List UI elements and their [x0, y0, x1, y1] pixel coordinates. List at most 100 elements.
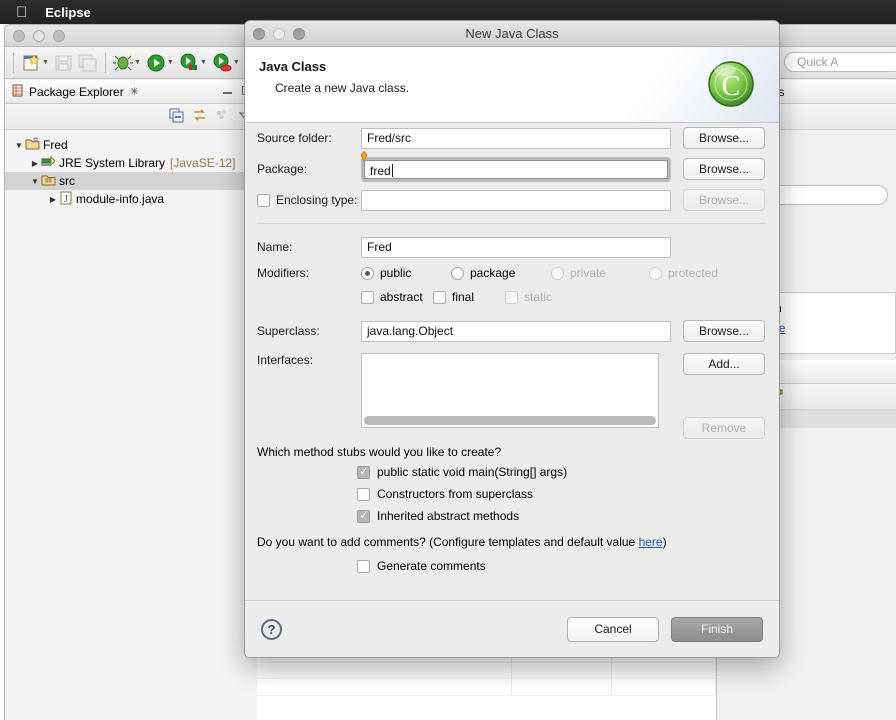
tree-row-jre-system-library[interactable]: ▶ JRE System Library [JavaSE-12] [5, 154, 257, 172]
package-explorer-toolbar [5, 104, 257, 130]
interfaces-remove-button: Remove [683, 417, 765, 439]
modifier-package-radio[interactable] [451, 266, 464, 280]
window-minimize-button[interactable] [33, 29, 45, 42]
package-explorer-tab[interactable]: Package Explorer ✳ [5, 80, 257, 104]
expand-arrow-icon[interactable]: ▼ [29, 177, 41, 186]
window-zoom-button[interactable] [53, 29, 65, 42]
enclosing-type-checkbox[interactable] [257, 193, 270, 207]
expand-arrow-icon[interactable]: ▼ [13, 141, 25, 150]
tree-label-suffix: [JavaSE-12] [170, 156, 236, 170]
stub-constructors-option[interactable]: Constructors from superclass [357, 483, 779, 505]
view-menu-icon[interactable] [215, 108, 230, 126]
name-input[interactable]: Fred [361, 236, 671, 258]
generate-comments-option[interactable]: Generate comments [357, 555, 779, 577]
quick-access-field[interactable]: Quick A [784, 52, 896, 72]
collapse-all-icon[interactable] [169, 108, 184, 126]
superclass-input[interactable]: java.lang.Object [361, 320, 671, 342]
modifier-abstract-option[interactable]: abstract [361, 290, 433, 304]
dialog-banner: Java Class Create a new Java class. C [245, 47, 779, 123]
new-wizard-icon[interactable] [20, 52, 42, 74]
modifier-static-label: static [524, 290, 553, 304]
tree-label: module-info.java [76, 192, 165, 206]
stub-inherited-option[interactable]: Inherited abstract methods [357, 505, 779, 527]
apple-logo-icon[interactable]:  [16, 5, 27, 20]
modifier-final-checkbox[interactable] [433, 290, 446, 304]
stub-constructors-checkbox[interactable] [357, 487, 370, 501]
project-icon [25, 137, 40, 154]
debug-icon[interactable] [112, 52, 134, 74]
tree-row-src[interactable]: ▼ src [5, 172, 257, 190]
package-browse-button[interactable]: Browse... [683, 158, 765, 180]
tree-label: Fred [43, 138, 68, 152]
expand-arrow-icon[interactable]: ▶ [47, 195, 59, 204]
debug-dropdown-icon[interactable]: ▼ [134, 59, 141, 66]
interfaces-label: Interfaces: [257, 353, 314, 367]
modifier-package-option[interactable]: package [451, 266, 551, 280]
modifier-private-radio [551, 266, 564, 280]
enclosing-type-input[interactable] [361, 189, 671, 211]
help-button[interactable]: ? [261, 618, 282, 640]
stub-inherited-checkbox[interactable] [357, 508, 370, 523]
stub-main-option[interactable]: public static void main(String[] args) [357, 461, 779, 483]
cancel-button[interactable]: Cancel [567, 616, 659, 642]
package-input[interactable]: fred [364, 159, 668, 179]
close-icon[interactable]: ✳ [130, 85, 139, 98]
window-close-button[interactable] [13, 29, 25, 42]
minimize-view-button[interactable] [221, 84, 234, 97]
source-folder-input[interactable]: Fred/src [361, 127, 671, 149]
modifier-public-option[interactable]: public [361, 266, 451, 280]
modifiers-radio-row: Modifiers: public package private protec… [257, 261, 765, 285]
comments-question-prefix: Do you want to add comments? (Configure … [257, 535, 639, 549]
expand-arrow-icon[interactable]: ▶ [29, 159, 41, 168]
svg-text:J: J [64, 194, 68, 205]
source-folder-icon [41, 173, 56, 190]
dialog-minimize-button[interactable] [273, 28, 285, 40]
generate-comments-checkbox[interactable] [357, 559, 370, 573]
modifier-final-option[interactable]: final [433, 290, 505, 304]
dialog-window-controls [253, 28, 305, 40]
tree-label: src [59, 174, 75, 188]
name-row: Name: Fred [257, 233, 765, 261]
enclosing-type-label: Enclosing type: [276, 193, 358, 207]
stub-main-checkbox[interactable] [357, 464, 370, 479]
toolbar-separator [13, 52, 14, 73]
screen:  Eclipse ▼ [0, 0, 896, 720]
package-input-value: fred [370, 163, 391, 178]
tree-row-fred[interactable]: ▼ Fred [5, 136, 257, 154]
modifier-private-option: private [551, 266, 649, 280]
new-wizard-dropdown-icon[interactable]: ▼ [42, 59, 49, 66]
external-tools-dropdown-icon[interactable]: ▼ [200, 59, 207, 66]
run-dropdown-icon[interactable]: ▼ [167, 59, 174, 66]
coverage-icon[interactable] [211, 52, 233, 74]
interfaces-buttons: Add... Remove [671, 353, 765, 439]
superclass-browse-button[interactable]: Browse... [683, 320, 765, 342]
interfaces-list[interactable] [361, 353, 659, 428]
modifier-protected-option: protected [649, 266, 718, 280]
table-row[interactable] [257, 662, 716, 679]
new-java-class-dialog: New Java Class Java Class Create a new J… [244, 20, 780, 658]
table-row[interactable] [257, 679, 716, 696]
toolbar-separator [104, 52, 106, 73]
interfaces-add-button[interactable]: Add... [683, 353, 765, 375]
run-external-tools-icon[interactable] [178, 52, 200, 74]
modifier-protected-label: protected [668, 266, 719, 280]
java-class-icon: C [705, 57, 757, 109]
coverage-dropdown-icon[interactable]: ▼ [233, 59, 240, 66]
finish-button[interactable]: Finish [671, 616, 763, 642]
modifier-public-radio[interactable] [361, 266, 374, 280]
modifier-abstract-checkbox[interactable] [361, 290, 374, 304]
source-folder-browse-button[interactable]: Browse... [683, 127, 765, 149]
configure-templates-link[interactable]: here [639, 535, 663, 549]
interfaces-horizontal-scrollbar[interactable] [364, 416, 656, 425]
enclosing-type-browse-button: Browse... [683, 189, 765, 211]
modifier-static-checkbox [505, 290, 518, 304]
enclosing-type-label-group: Enclosing type: [257, 193, 361, 207]
run-icon[interactable] [145, 52, 167, 74]
dialog-zoom-button[interactable] [293, 28, 305, 40]
link-with-editor-icon[interactable] [192, 108, 207, 126]
package-input-focus-ring: fred [360, 150, 671, 182]
dialog-close-button[interactable] [253, 28, 265, 40]
package-explorer-icon [11, 84, 24, 100]
tree-row-module-info-java[interactable]: ▶ J module-info.java [5, 190, 257, 208]
menubar-app-name[interactable]: Eclipse [45, 5, 91, 20]
